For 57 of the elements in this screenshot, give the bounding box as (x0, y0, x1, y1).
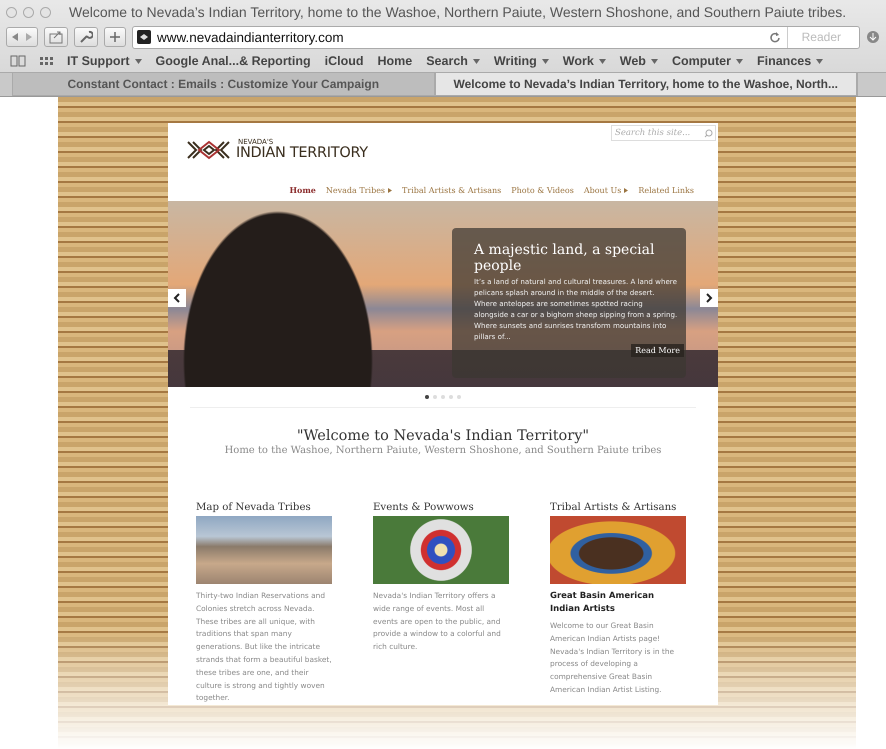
bookmark-item[interactable]: Web (620, 54, 646, 68)
slide-title: A majestic land, a special people (474, 242, 656, 274)
bookmark-item[interactable]: Home (377, 54, 412, 68)
slide-dot[interactable] (457, 395, 461, 399)
close-button[interactable] (6, 6, 17, 18)
plus-icon (109, 31, 121, 43)
bookmark-item[interactable]: Google Anal...& Reporting (156, 54, 311, 68)
zoom-button[interactable] (40, 6, 51, 18)
browser-tab[interactable]: Constant Contact : Emails : Customize Your Campaign (12, 73, 434, 96)
reload-icon[interactable] (768, 30, 781, 44)
read-more-button[interactable]: Read More (631, 344, 684, 357)
forward-icon[interactable] (25, 32, 33, 42)
column-heading: Map of Nevada Tribes (196, 502, 312, 513)
download-icon[interactable] (866, 30, 880, 44)
logo-icon (186, 139, 232, 161)
nav-link[interactable]: About Us (584, 186, 622, 194)
previous-button[interactable] (168, 289, 186, 307)
slide-dot[interactable] (433, 395, 437, 399)
slide-dot[interactable] (441, 395, 445, 399)
logo-text: INDIAN TERRITORY (236, 146, 368, 161)
nav-link[interactable]: Home (289, 185, 316, 195)
slide-dot[interactable] (449, 395, 453, 399)
share-icon (49, 30, 63, 44)
new-tab-button[interactable] (104, 27, 126, 47)
minimize-button[interactable] (23, 6, 34, 18)
site-favicon-icon (137, 30, 151, 44)
column-heading: Tribal Artists & Artisans (550, 502, 678, 513)
nav-link[interactable]: Related Links (638, 186, 694, 194)
welcome-heading: "Welcome to Nevada's Indian Territory" (296, 428, 590, 444)
bookmark-item[interactable]: Computer (672, 54, 731, 68)
tools-button[interactable] (74, 27, 98, 47)
bookmark-item[interactable]: Work (562, 54, 594, 68)
search-icon (704, 129, 713, 138)
next-button[interactable] (700, 289, 718, 307)
wrench-icon (79, 30, 93, 44)
nav-link[interactable]: Tribal Artists & Artisans (402, 186, 502, 194)
column-subheading: Great Basin American Indian Artists (550, 590, 656, 616)
column-heading: Events & Powwows (373, 502, 475, 513)
nav-link[interactable]: Photo & Videos (511, 186, 574, 194)
chevron-left-icon (172, 293, 182, 303)
browser-tab[interactable]: Welcome to Nevada’s Indian Territory, home to the Washoe, North... (434, 73, 857, 96)
url-field[interactable]: www.nevadaindianterritory.com (157, 30, 344, 44)
window-title: Welcome to Nevada’s Indian Territory, home to the Washoe, Northern Paiute, Western Shoshone, and Southern Paiute tribes. (69, 4, 846, 20)
back-icon[interactable] (11, 32, 19, 42)
bookmark-item[interactable]: IT Support (67, 54, 130, 68)
grid-icon[interactable] (40, 56, 53, 66)
welcome-subtitle: Home to the Washoe, Northern Paiute, Western Shoshone, and Southern Paiute tribes (224, 445, 662, 456)
chevron-right-icon (704, 293, 714, 303)
search-field[interactable]: Search this site... (611, 125, 716, 141)
nav-link[interactable]: Nevada Tribes (326, 186, 386, 194)
share-button[interactable] (44, 27, 68, 47)
bookmark-item[interactable]: iCloud (324, 54, 364, 68)
bookmark-item[interactable]: Search (426, 54, 468, 68)
bookmark-item[interactable]: Writing (494, 54, 537, 68)
slide-dot[interactable] (425, 395, 429, 399)
bookmark-item[interactable]: Finances (756, 54, 812, 68)
book-icon[interactable] (10, 54, 26, 68)
